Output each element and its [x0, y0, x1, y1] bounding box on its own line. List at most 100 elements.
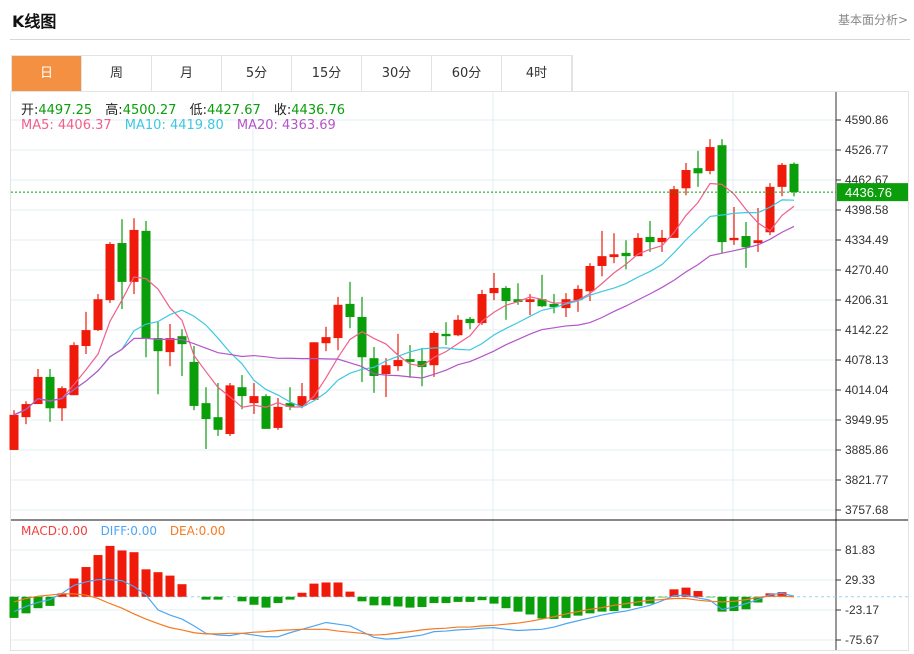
candle [105, 242, 115, 303]
candle [369, 346, 379, 393]
candle-body [693, 168, 703, 174]
candle [201, 387, 211, 449]
macd-bar [417, 596, 427, 608]
dea-value: DEA:0.00 [169, 524, 226, 538]
candle [465, 316, 475, 330]
candle [789, 162, 799, 197]
candle-body [645, 236, 655, 243]
candle [57, 386, 67, 421]
candle-body [717, 145, 727, 243]
macd-bar [405, 596, 415, 608]
candle-body [81, 330, 91, 347]
macd-value: MACD:0.00 [21, 524, 88, 538]
macd-bar [729, 596, 739, 612]
candle [705, 139, 715, 175]
candle [489, 272, 499, 301]
macd-tick-label: -75.67 [845, 633, 879, 647]
candle-body [357, 316, 367, 358]
price-tick-label: 3821.77 [845, 473, 889, 487]
macd-bar [165, 575, 175, 597]
macd-bar [537, 596, 547, 619]
macd-bar [285, 596, 295, 600]
candle-body [489, 287, 499, 294]
candle [429, 331, 439, 377]
macd-bar [489, 596, 499, 604]
ma10-legend: MA10: 4419.80 [124, 118, 224, 133]
candle-body [141, 230, 151, 339]
candle-body [261, 396, 271, 429]
macd-bar [213, 596, 223, 600]
candle-body [117, 243, 127, 282]
macd-bar [597, 596, 607, 612]
candle-body [249, 396, 259, 404]
candle-body [345, 303, 355, 317]
candle-body [333, 304, 343, 339]
candle [681, 162, 691, 196]
price-tick-label: 4590.86 [845, 113, 889, 127]
candle [333, 296, 343, 351]
candle [657, 229, 667, 252]
macd-tick-label: 81.83 [845, 543, 875, 557]
candle-body [789, 163, 799, 193]
macd-legend: MACD:0.00 DIFF:0.00 DEA:0.00 [21, 524, 225, 538]
candle-body [381, 365, 391, 375]
last-price-label: 4436.76 [845, 185, 892, 200]
candle [417, 347, 427, 387]
price-tick-label: 4014.04 [845, 383, 889, 397]
high-value: 4500.27 [122, 103, 177, 118]
macd-bar [441, 596, 451, 604]
ohlc-legend: 开:4497.25 高:4500.27 低:4427.67 收:4436.76 [21, 99, 345, 118]
candle-body [237, 387, 247, 397]
macd-bar [369, 596, 379, 606]
candle-body [729, 237, 739, 241]
candle [117, 219, 127, 310]
candle [453, 315, 463, 337]
candle-body [273, 406, 283, 428]
macd-bar [261, 596, 271, 608]
candle [21, 401, 31, 425]
high-label: 高: [105, 103, 123, 118]
open-label: 开: [21, 103, 39, 118]
macd-bar [249, 596, 259, 605]
price-tick-label: 4206.31 [845, 293, 889, 307]
candle-body [321, 337, 331, 344]
macd-bar [705, 596, 715, 598]
candle-body [501, 287, 511, 302]
candle-body [189, 361, 199, 406]
candle [477, 289, 487, 325]
macd-bar [621, 596, 631, 609]
macd-bar [525, 596, 535, 615]
candle-body [525, 299, 535, 303]
macd-bar [609, 596, 619, 612]
dea-line [13, 593, 795, 636]
candle-body [597, 256, 607, 266]
ma5-legend: MA5: 4406.37 [21, 118, 112, 133]
macd-bar [393, 596, 403, 607]
macd-bar [693, 591, 703, 597]
candle-body [153, 338, 163, 352]
candle-body [777, 164, 787, 187]
candle-body [609, 254, 619, 258]
macd-bar [93, 555, 103, 597]
candle-body [129, 229, 139, 282]
candle [693, 150, 703, 187]
candle [537, 274, 547, 308]
candle-body [681, 170, 691, 189]
open-value: 4497.25 [38, 103, 93, 118]
macd-bar [321, 582, 331, 597]
candle-body [225, 385, 235, 435]
macd-tick-label: 29.33 [845, 573, 875, 587]
candle [93, 294, 103, 332]
candle [225, 382, 235, 436]
candle [345, 281, 355, 329]
price-tick-label: 3885.86 [845, 443, 889, 457]
candle [261, 394, 271, 429]
macd-bar [153, 572, 163, 597]
candle-body [393, 360, 403, 367]
candle-body [705, 147, 715, 171]
macd-bar [273, 596, 283, 604]
macd-bar [237, 596, 247, 602]
macd-bar [297, 592, 307, 597]
candle [153, 321, 163, 395]
macd-bar [465, 596, 475, 602]
